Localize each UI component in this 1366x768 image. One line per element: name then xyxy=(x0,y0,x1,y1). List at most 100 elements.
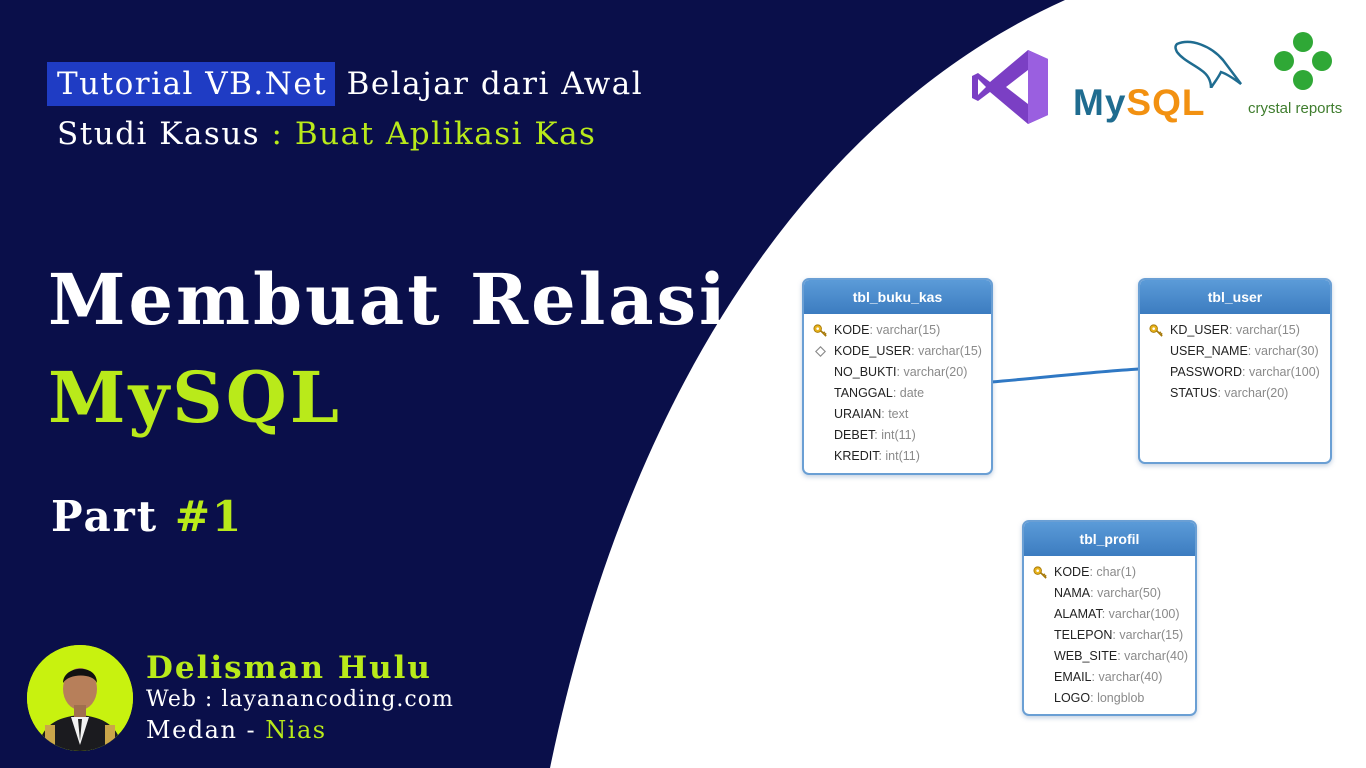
er-column-row[interactable]: NO_BUKTI: varchar(20) xyxy=(804,362,991,383)
er-column-type: varchar(15) xyxy=(918,344,982,358)
er-column-name: DEBET xyxy=(834,428,875,442)
crystal-reports-logo: crystal reports xyxy=(1246,30,1362,122)
er-column-row[interactable]: ALAMAT: varchar(100) xyxy=(1024,604,1195,625)
er-column-row[interactable]: NAMA: varchar(50) xyxy=(1024,583,1195,604)
er-column-name: KODE_USER xyxy=(834,344,912,358)
part-word: Part xyxy=(51,492,159,541)
subtitle-line-2: Studi Kasus : Buat Aplikasi Kas xyxy=(57,116,596,152)
author-location: Medan - Nias xyxy=(146,716,327,744)
er-column-colon: : xyxy=(1247,344,1255,358)
er-column-type: longblob xyxy=(1097,691,1145,705)
mysql-wordmark: MySQL xyxy=(1073,82,1205,124)
er-column-name: KODE xyxy=(1054,565,1090,579)
mysql-dolphin-icon xyxy=(1174,40,1242,88)
visual-studio-logo-icon xyxy=(970,48,1050,126)
er-column-type: varchar(40) xyxy=(1098,670,1163,684)
case-study-label: Studi Kasus xyxy=(57,116,261,152)
er-table-user[interactable]: tbl_user KD_USER: varchar(15) USER_NAME: … xyxy=(1138,278,1332,464)
er-column-row[interactable]: DEBET: int(11) xyxy=(804,425,991,446)
primary-key-icon xyxy=(1149,323,1164,338)
mysql-wordmark-sql: SQL xyxy=(1126,82,1206,123)
er-table-header: tbl_profil xyxy=(1024,522,1195,556)
er-column-type: varchar(100) xyxy=(1108,607,1180,621)
er-column-row[interactable]: TELEPON: varchar(15) xyxy=(1024,625,1195,646)
er-column-type: varchar(20) xyxy=(1224,386,1289,400)
er-column-row[interactable]: KODE: char(1) xyxy=(1024,562,1195,583)
er-column-name: PASSWORD xyxy=(1170,365,1242,379)
er-column-name: TANGGAL xyxy=(834,386,893,400)
author-website: Web : layanancoding.com xyxy=(146,687,454,712)
er-column-row[interactable]: USER_NAME: varchar(30) xyxy=(1140,341,1330,362)
er-column-name: NAMA xyxy=(1054,586,1091,600)
avatar xyxy=(27,645,133,751)
er-table-columns: KODE: varchar(15) KODE_USER: varchar(15) N… xyxy=(804,314,991,467)
er-table-columns: KODE: char(1) NAMA: varchar(50) ALAMAT: va… xyxy=(1024,556,1195,709)
author-name: Delisman Hulu xyxy=(146,650,432,686)
er-column-row[interactable]: TANGGAL: date xyxy=(804,383,991,404)
er-column-type: varchar(20) xyxy=(903,365,968,379)
mysql-wordmark-my: My xyxy=(1073,82,1127,123)
er-column-type: varchar(15) xyxy=(1119,628,1184,642)
er-table-header: tbl_user xyxy=(1140,280,1330,314)
er-column-row[interactable]: KD_USER: varchar(15) xyxy=(1140,320,1330,341)
er-column-name: EMAIL xyxy=(1054,670,1092,684)
author-location-separator: - xyxy=(237,716,266,744)
er-column-row[interactable]: KODE: varchar(15) xyxy=(804,320,991,341)
case-study-separator: : xyxy=(260,116,295,152)
er-column-type: varchar(15) xyxy=(1236,323,1300,337)
er-column-type: date xyxy=(899,386,925,400)
er-column-type: varchar(40) xyxy=(1124,649,1189,663)
case-study-value: Buat Aplikasi Kas xyxy=(294,116,597,152)
er-column-name: KD_USER xyxy=(1170,323,1230,337)
er-column-type: int(11) xyxy=(881,428,916,442)
er-column-name: KREDIT xyxy=(834,449,879,463)
er-column-row[interactable]: EMAIL: varchar(40) xyxy=(1024,667,1195,688)
primary-key-icon xyxy=(1033,565,1048,580)
er-column-type: varchar(15) xyxy=(876,323,941,337)
er-table-header: tbl_buku_kas xyxy=(804,280,991,314)
er-column-type: int(11) xyxy=(885,449,920,463)
er-column-row[interactable]: LOGO: longblob xyxy=(1024,688,1195,709)
er-column-name: LOGO xyxy=(1054,691,1091,705)
part-number: #1 xyxy=(174,492,244,541)
mysql-logo: MySQL xyxy=(1073,38,1243,128)
er-column-row[interactable]: WEB_SITE: varchar(40) xyxy=(1024,646,1195,667)
author-city: Medan xyxy=(146,716,238,744)
er-column-name: KODE xyxy=(834,323,870,337)
subtitle-line-1-rest: Belajar dari Awal xyxy=(346,66,644,102)
er-column-row[interactable]: KREDIT: int(11) xyxy=(804,446,991,467)
er-column-row[interactable]: STATUS: varchar(20) xyxy=(1140,383,1330,404)
main-title-line-1: Membuat Relasi xyxy=(48,258,729,341)
er-column-type: char(1) xyxy=(1096,565,1136,579)
er-column-type: varchar(100) xyxy=(1248,365,1320,379)
er-table-columns: KD_USER: varchar(15) USER_NAME: varchar(3… xyxy=(1140,314,1330,404)
er-column-row[interactable]: KODE_USER: varchar(15) xyxy=(804,341,991,362)
crystal-reports-icon xyxy=(1274,32,1332,90)
er-column-type: varchar(50) xyxy=(1097,586,1161,600)
crystal-reports-wordmark: crystal reports xyxy=(1248,100,1343,117)
author-region: Nias xyxy=(265,716,327,744)
er-column-colon: : xyxy=(1101,607,1109,621)
er-column-name: STATUS xyxy=(1170,386,1218,400)
er-column-colon: : xyxy=(1229,323,1236,337)
er-column-name: NO_BUKTI xyxy=(834,365,897,379)
er-column-name: TELEPON xyxy=(1054,628,1113,642)
er-column-colon: : xyxy=(892,386,900,400)
er-column-name: WEB_SITE xyxy=(1054,649,1118,663)
er-column-type: text xyxy=(888,407,909,421)
er-column-row[interactable]: PASSWORD: varchar(100) xyxy=(1140,362,1330,383)
er-table-profil[interactable]: tbl_profil KODE: char(1) NAMA: varchar(50… xyxy=(1022,520,1197,716)
primary-key-icon xyxy=(813,323,828,338)
subtitle-line-1: Tutorial VB.Net Belajar dari Awal xyxy=(47,62,644,118)
er-column-name: URAIAN xyxy=(834,407,882,421)
er-column-colon: : xyxy=(1242,365,1249,379)
er-table-buku-kas[interactable]: tbl_buku_kas KODE: varchar(15) KODE_USER:… xyxy=(802,278,993,475)
foreign-key-diamond-icon xyxy=(813,344,828,359)
part-label: Part #1 xyxy=(51,492,243,541)
er-column-row[interactable]: URAIAN: text xyxy=(804,404,991,425)
er-column-name: ALAMAT xyxy=(1054,607,1102,621)
main-title-line-2: MySQL xyxy=(48,356,342,439)
er-column-type: varchar(30) xyxy=(1254,344,1319,358)
person-photo-icon xyxy=(27,645,133,751)
tutorial-highlight: Tutorial VB.Net xyxy=(47,62,336,106)
